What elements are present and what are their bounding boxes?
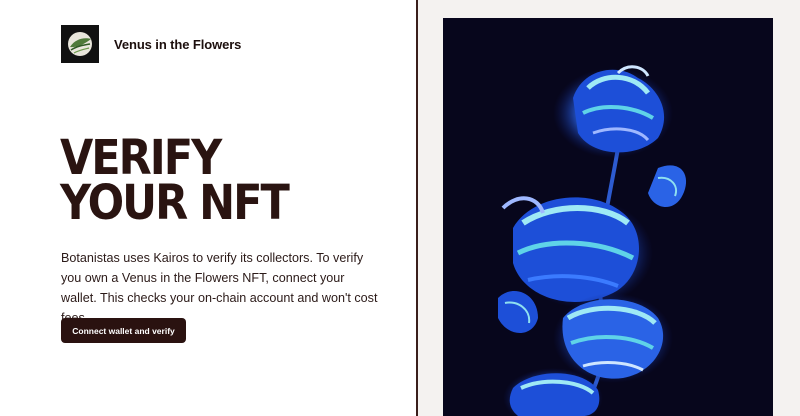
- connect-wallet-button[interactable]: Connect wallet and verify: [61, 318, 186, 343]
- verification-description: Botanistas uses Kairos to verify its col…: [61, 251, 378, 325]
- brand-name: Venus in the Flowers: [114, 36, 242, 52]
- page-title: VERIFY YOUR NFT: [60, 130, 290, 232]
- page-title-line-1: VERIFY: [60, 130, 222, 187]
- left-panel: Venus in the Flowers VERIFY YOUR NFT Bot…: [0, 0, 416, 416]
- blue-flower-artwork-icon: [443, 18, 773, 416]
- brand-header: Venus in the Flowers: [61, 25, 241, 63]
- leaf-orb-logo-icon: [61, 25, 99, 63]
- page-title-line-2: YOUR NFT: [60, 175, 290, 232]
- verify-page: Venus in the Flowers VERIFY YOUR NFT Bot…: [0, 0, 800, 416]
